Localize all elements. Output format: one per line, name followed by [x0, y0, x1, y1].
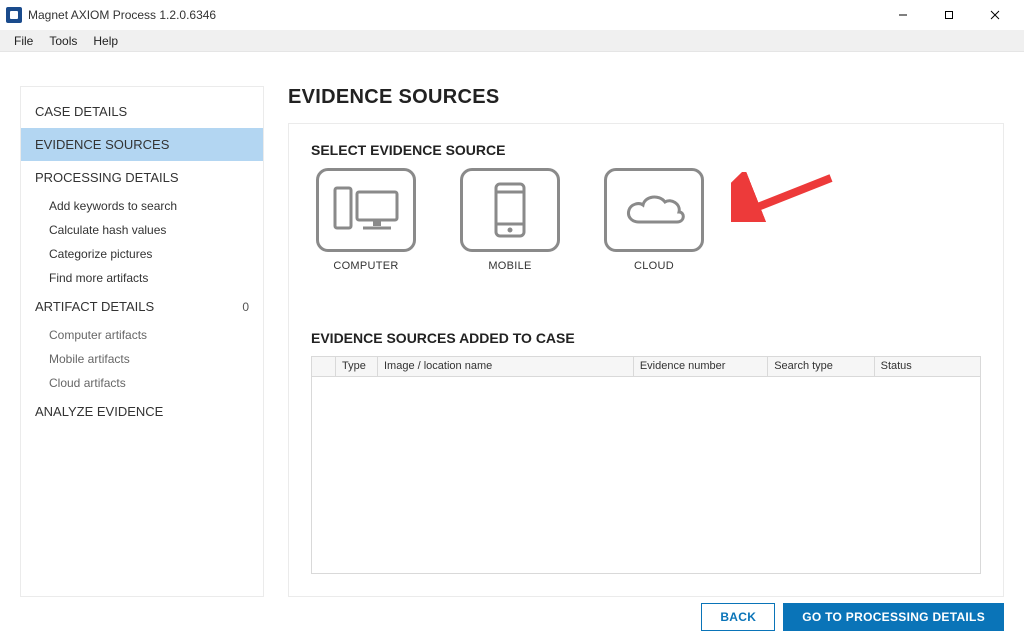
- page-title: EVIDENCE SOURCES: [288, 86, 1004, 109]
- computer-icon: [316, 168, 416, 252]
- go-to-processing-details-button[interactable]: GO TO PROCESSING DETAILS: [783, 603, 1004, 631]
- menu-bar: File Tools Help: [0, 30, 1024, 52]
- tile-label: CLOUD: [634, 260, 674, 272]
- sidebar-sub-categorize[interactable]: Categorize pictures: [21, 242, 263, 266]
- source-tile-computer[interactable]: COMPUTER: [311, 168, 421, 272]
- sidebar-item-processing-details[interactable]: PROCESSING DETAILS: [21, 161, 263, 194]
- source-tiles-row: COMPUTER MOBILE: [311, 168, 981, 272]
- menu-tools[interactable]: Tools: [41, 32, 85, 50]
- minimize-button[interactable]: [880, 0, 926, 30]
- button-label: GO TO PROCESSING DETAILS: [802, 610, 985, 624]
- artifact-count: 0: [242, 300, 249, 314]
- sidebar-sub-mobile-artifacts[interactable]: Mobile artifacts: [21, 347, 263, 371]
- col-checkbox[interactable]: [312, 357, 336, 376]
- app-icon: [6, 7, 22, 23]
- mobile-icon: [460, 168, 560, 252]
- sidebar-label: ARTIFACT DETAILS: [35, 299, 154, 314]
- select-source-label: SELECT EVIDENCE SOURCE: [311, 142, 981, 158]
- sidebar-sub-hash[interactable]: Calculate hash values: [21, 218, 263, 242]
- tile-label: COMPUTER: [333, 260, 398, 272]
- menu-file[interactable]: File: [6, 32, 41, 50]
- table-header: Type Image / location name Evidence numb…: [312, 357, 980, 377]
- cloud-icon: [604, 168, 704, 252]
- content-panel: SELECT EVIDENCE SOURCE COMPUTER: [288, 123, 1004, 597]
- source-tile-mobile[interactable]: MOBILE: [455, 168, 565, 272]
- arrow-annotation-icon: [731, 172, 841, 222]
- main-area: CASE DETAILS EVIDENCE SOURCES PROCESSING…: [0, 52, 1024, 597]
- footer-bar: BACK GO TO PROCESSING DETAILS: [0, 597, 1024, 637]
- content-pane: EVIDENCE SOURCES SELECT EVIDENCE SOURCE: [288, 86, 1004, 597]
- sidebar-sub-keywords[interactable]: Add keywords to search: [21, 194, 263, 218]
- col-evidence-number[interactable]: Evidence number: [634, 357, 768, 376]
- sidebar-sub-cloud-artifacts[interactable]: Cloud artifacts: [21, 371, 263, 395]
- close-button[interactable]: [972, 0, 1018, 30]
- sidebar-label: EVIDENCE SOURCES: [35, 137, 169, 152]
- col-type[interactable]: Type: [336, 357, 378, 376]
- sidebar-item-artifact-details[interactable]: ARTIFACT DETAILS 0: [21, 290, 263, 323]
- added-to-case-label: EVIDENCE SOURCES ADDED TO CASE: [311, 330, 981, 346]
- sidebar: CASE DETAILS EVIDENCE SOURCES PROCESSING…: [20, 86, 264, 597]
- menu-help[interactable]: Help: [85, 32, 126, 50]
- table-body-empty: [312, 377, 980, 573]
- back-button[interactable]: BACK: [701, 603, 775, 631]
- evidence-table: Type Image / location name Evidence numb…: [311, 356, 981, 574]
- sidebar-sub-computer-artifacts[interactable]: Computer artifacts: [21, 323, 263, 347]
- col-search-type[interactable]: Search type: [768, 357, 874, 376]
- sidebar-item-analyze-evidence[interactable]: ANALYZE EVIDENCE: [21, 395, 263, 428]
- sidebar-label: ANALYZE EVIDENCE: [35, 404, 163, 419]
- col-image[interactable]: Image / location name: [378, 357, 634, 376]
- tile-label: MOBILE: [488, 260, 531, 272]
- maximize-button[interactable]: [926, 0, 972, 30]
- sidebar-item-evidence-sources[interactable]: EVIDENCE SOURCES: [21, 128, 263, 161]
- window-title: Magnet AXIOM Process 1.2.0.6346: [28, 8, 880, 22]
- sidebar-label: CASE DETAILS: [35, 104, 127, 119]
- sidebar-label: PROCESSING DETAILS: [35, 170, 179, 185]
- source-tile-cloud[interactable]: CLOUD: [599, 168, 709, 272]
- button-label: BACK: [720, 610, 756, 624]
- col-status[interactable]: Status: [875, 357, 980, 376]
- sidebar-sub-more-artifacts[interactable]: Find more artifacts: [21, 266, 263, 290]
- window-controls: [880, 0, 1018, 30]
- sidebar-item-case-details[interactable]: CASE DETAILS: [21, 95, 263, 128]
- window-titlebar: Magnet AXIOM Process 1.2.0.6346: [0, 0, 1024, 30]
